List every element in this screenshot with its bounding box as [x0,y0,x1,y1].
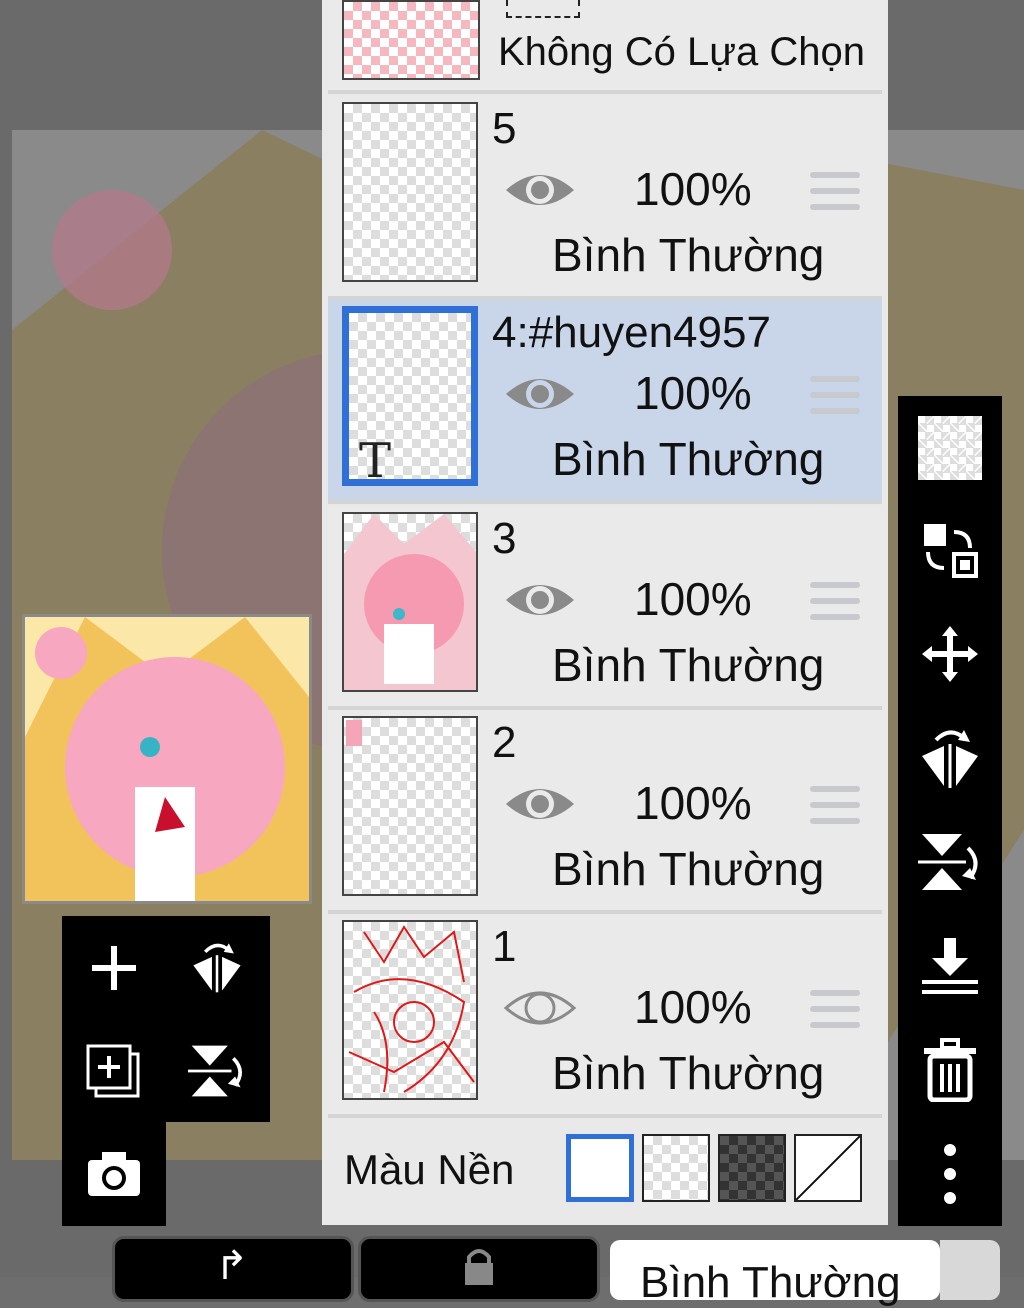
clipping-icon: ↱ [215,1244,249,1288]
lock-icon [465,1249,493,1285]
drag-handle-icon[interactable] [810,582,860,624]
eye-icon[interactable] [504,984,576,1032]
flip-vertical-icon[interactable] [918,830,982,894]
layer-thumbnail: T [342,306,478,486]
layer-opacity[interactable]: 100% [634,776,752,830]
layer-row-5[interactable]: 5 100% Bình Thường [328,96,882,300]
layer-row-1[interactable]: 1 100% Bình Thường [328,914,882,1118]
eye-icon[interactable] [504,166,576,214]
bg-none-swatch[interactable] [794,1134,862,1202]
layer-name: 2 [492,718,517,767]
layer-opacity[interactable]: 100% [634,366,752,420]
layer-blend-mode[interactable]: Bình Thường [552,638,824,692]
selection-icon [506,0,580,18]
text-layer-indicator: T [359,433,392,486]
preview-art [25,617,309,901]
move-icon[interactable] [918,622,982,686]
layer-2-art [346,720,362,746]
trash-icon[interactable] [918,1038,982,1102]
eye-icon[interactable] [504,370,576,418]
layer-thumbnail [342,920,478,1100]
layer-name: 1 [492,922,517,971]
drag-handle-icon[interactable] [810,990,860,1032]
layer-opacity[interactable]: 100% [634,162,752,216]
background-color-label: Màu Nền [344,1146,515,1193]
merge-down-icon[interactable] [918,934,982,998]
layer-blend-mode[interactable]: Bình Thường [552,432,824,486]
layer-panel: Không Có Lựa Chọn 5 100% Bình Thường T 4… [322,0,888,1225]
layer-thumbnail [342,102,478,282]
add-copy-layer-icon[interactable] [86,1044,142,1100]
more-icon[interactable] [918,1142,982,1206]
swap-layer-icon[interactable] [918,518,982,582]
chevron-up-icon[interactable] [940,1240,1000,1300]
flip-horizontal-icon[interactable] [188,940,246,994]
right-toolbar [898,396,1002,1226]
left-toolbox [62,916,270,1122]
blend-mode-value: Bình Thường [640,1258,901,1307]
bg-transparent-swatch[interactable] [642,1134,710,1202]
layer-row-4[interactable]: T 4:#huyen4957 100% Bình Thường [328,300,882,504]
layer-3-art [344,514,476,690]
lock-alpha-button[interactable] [358,1236,600,1302]
layer-thumbnail [342,512,478,692]
none-icon [795,1135,861,1201]
layer-row-2[interactable]: 2 100% Bình Thường [328,710,882,914]
drag-handle-icon[interactable] [810,786,860,828]
drag-handle-icon[interactable] [810,376,860,418]
selection-thumbnail [342,0,480,80]
layer-opacity[interactable]: 100% [634,572,752,626]
clipping-button[interactable]: ↱ [112,1236,354,1302]
add-layer-icon[interactable] [90,944,138,992]
layer-name: 3 [492,514,517,563]
layer-thumbnail [342,716,478,896]
selection-label: Không Có Lựa Chọn [498,30,866,74]
bg-white-swatch[interactable] [566,1134,634,1202]
bg-dark-checker-swatch[interactable] [718,1134,786,1202]
canvas-preview[interactable] [22,614,312,904]
flip-vertical-icon[interactable] [188,1042,246,1100]
drag-handle-icon[interactable] [810,172,860,214]
layer-row-3[interactable]: 3 100% Bình Thường [328,506,882,710]
camera-box [62,1120,166,1226]
layer-opacity[interactable]: 100% [634,980,752,1034]
layer-blend-mode[interactable]: Bình Thường [552,228,824,282]
transparency-icon[interactable] [918,416,982,480]
layer-1-sketch [348,925,475,1093]
eye-icon[interactable] [504,780,576,828]
flip-horizontal-icon[interactable] [918,726,982,790]
layer-name: 5 [492,104,517,153]
selection-layer-row[interactable]: Không Có Lựa Chọn [328,0,882,94]
layer-blend-mode[interactable]: Bình Thường [552,1046,824,1100]
blend-mode-select[interactable]: Bình Thường [610,1240,940,1307]
layer-blend-mode[interactable]: Bình Thường [552,842,824,896]
camera-icon[interactable] [86,1150,142,1198]
layer-name: 4:#huyen4957 [492,308,771,357]
eye-icon[interactable] [504,576,576,624]
